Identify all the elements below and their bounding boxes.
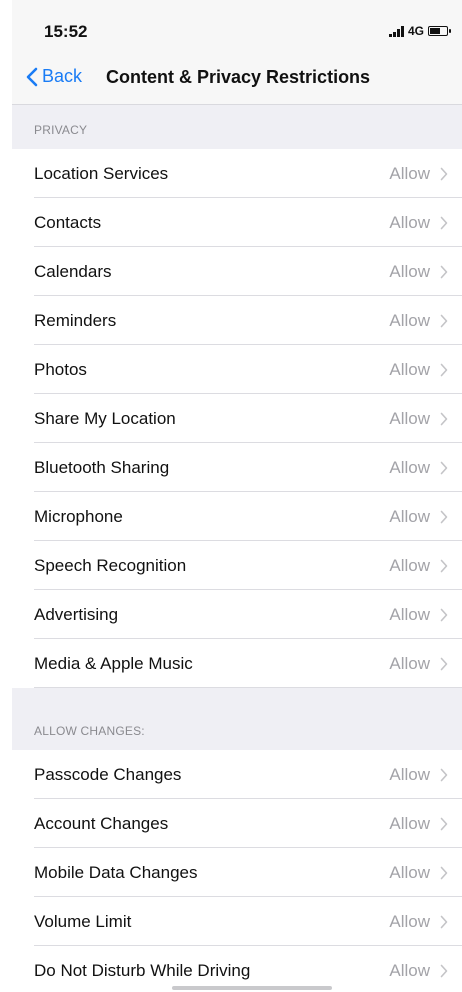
row-value: Allow [389, 506, 430, 526]
row-label: Advertising [34, 604, 119, 624]
disclosure-chevron-icon [440, 412, 448, 431]
settings-row[interactable]: Media & Apple Music Allow [12, 639, 462, 688]
back-chevron-icon [26, 67, 38, 86]
row-value: Allow [389, 408, 430, 428]
row-value: Allow [389, 310, 430, 330]
settings-row[interactable]: Mobile Data Changes Allow [12, 848, 462, 897]
disclosure-chevron-icon [440, 510, 448, 529]
settings-row[interactable]: Advertising Allow [12, 590, 462, 639]
disclosure-chevron-icon [440, 216, 448, 235]
back-label: Back [42, 66, 83, 86]
row-value: Allow [389, 813, 430, 833]
settings-row[interactable]: Account Changes Allow [12, 799, 462, 848]
disclosure-chevron-icon [440, 657, 448, 676]
disclosure-chevron-icon [440, 167, 448, 186]
row-label: Do Not Disturb While Driving [34, 960, 251, 980]
disclosure-chevron-icon [440, 964, 448, 983]
section-header: ALLOW CHANGES: [34, 724, 145, 738]
row-label: Speech Recognition [34, 555, 187, 575]
disclosure-chevron-icon [440, 608, 448, 627]
settings-group: Location Services Allow Contacts Allow Calen… [12, 149, 462, 688]
disclosure-chevron-icon [440, 314, 448, 333]
disclosure-chevron-icon [440, 363, 448, 382]
row-value: Allow [389, 555, 430, 575]
row-label: Bluetooth Sharing [34, 457, 170, 477]
row-value: Allow [389, 604, 430, 624]
settings-row[interactable]: Bluetooth Sharing Allow [12, 443, 462, 492]
row-label: Account Changes [34, 813, 169, 833]
disclosure-chevron-icon [440, 768, 448, 787]
row-value: Allow [389, 960, 430, 980]
settings-row[interactable]: Microphone Allow [12, 492, 462, 541]
disclosure-chevron-icon [440, 915, 448, 934]
row-label: Passcode Changes [34, 764, 182, 784]
row-value: Allow [389, 359, 430, 379]
row-value: Allow [389, 911, 430, 931]
settings-sections: PRIVACY Location Services Allow Contacts All… [12, 105, 462, 992]
battery-icon [428, 26, 451, 36]
row-value: Allow [389, 261, 430, 281]
row-value: Allow [389, 653, 430, 673]
disclosure-chevron-icon [440, 817, 448, 836]
row-label: Media & Apple Music [34, 653, 193, 673]
section-header: PRIVACY [34, 123, 88, 137]
settings-row[interactable]: Passcode Changes Allow [12, 750, 462, 799]
row-value: Allow [389, 457, 430, 477]
row-label: Reminders [34, 310, 117, 330]
row-label: Volume Limit [34, 911, 132, 931]
row-label: Mobile Data Changes [34, 862, 198, 882]
settings-group: Passcode Changes Allow Account Changes Allo… [12, 750, 462, 992]
status-time: 15:52 [44, 22, 88, 41]
settings-row[interactable]: Location Services Allow [12, 149, 462, 198]
settings-row[interactable]: Speech Recognition Allow [12, 541, 462, 590]
network-type: 4G [407, 24, 424, 38]
row-label: Location Services [34, 163, 169, 183]
settings-row[interactable]: Volume Limit Allow [12, 897, 462, 946]
page-title: Content & Privacy Restrictions [106, 67, 371, 87]
row-label: Microphone [34, 506, 123, 526]
row-label: Calendars [34, 261, 112, 281]
disclosure-chevron-icon [440, 866, 448, 885]
disclosure-chevron-icon [440, 265, 448, 284]
home-indicator [172, 986, 332, 990]
row-label: Photos [34, 359, 87, 379]
back-button[interactable]: Back [26, 66, 82, 87]
signal-icon [388, 25, 404, 37]
row-label: Contacts [34, 212, 102, 232]
disclosure-chevron-icon [440, 461, 448, 480]
settings-row[interactable]: Contacts Allow [12, 198, 462, 247]
row-value: Allow [389, 163, 430, 183]
settings-screen: 15:52 4G Back Content & Privacy Restrict… [12, 0, 462, 992]
top-bar: 15:52 4G Back Content & Privacy Restrict… [12, 0, 462, 105]
settings-row[interactable]: Photos Allow [12, 345, 462, 394]
row-value: Allow [389, 212, 430, 232]
settings-row[interactable]: Calendars Allow [12, 247, 462, 296]
row-value: Allow [389, 764, 430, 784]
settings-row[interactable]: Share My Location Allow [12, 394, 462, 443]
settings-row[interactable]: Reminders Allow [12, 296, 462, 345]
row-label: Share My Location [34, 408, 176, 428]
disclosure-chevron-icon [440, 559, 448, 578]
row-value: Allow [389, 862, 430, 882]
status-indicators: 4G [388, 24, 451, 38]
